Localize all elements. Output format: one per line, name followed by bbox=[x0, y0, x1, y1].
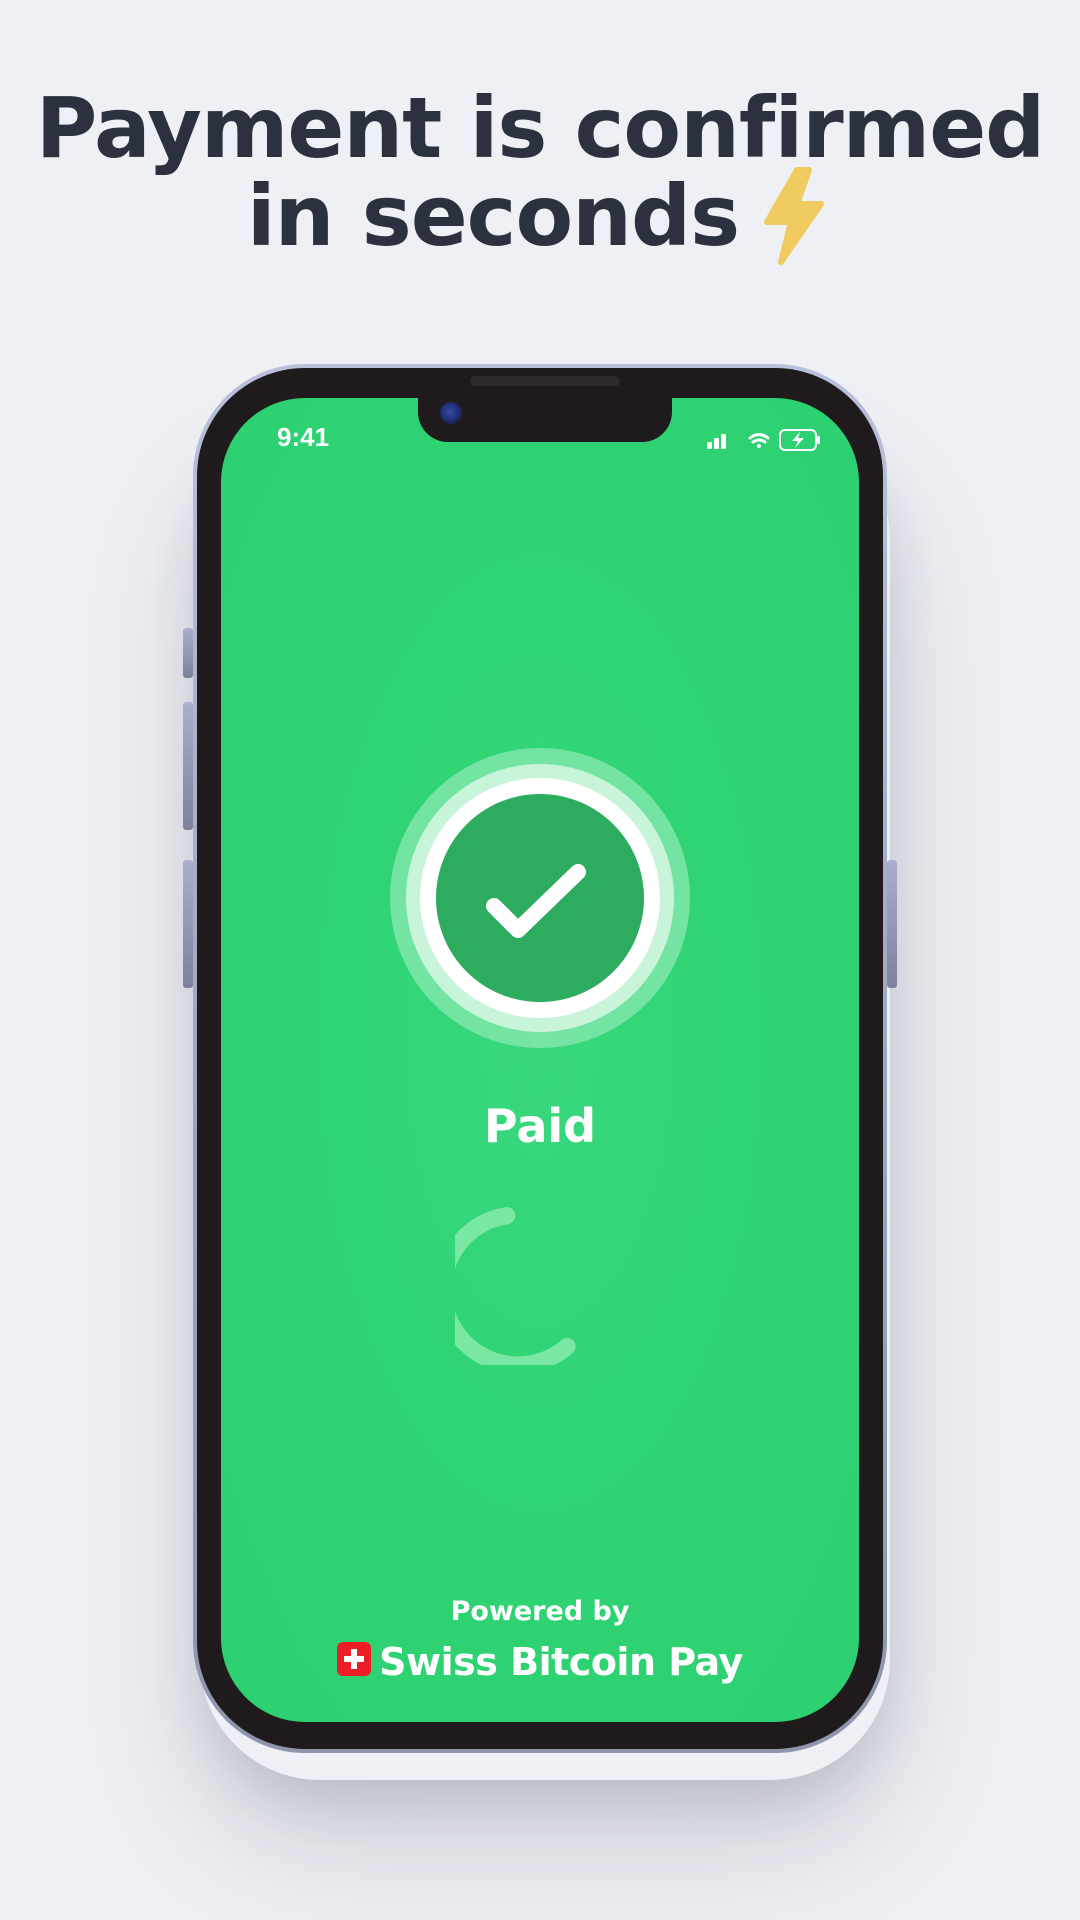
cellular-signal-icon bbox=[707, 434, 726, 449]
payment-success-badge bbox=[390, 748, 690, 1048]
lightning-bolt-icon bbox=[764, 167, 825, 266]
loading-spinner-icon bbox=[455, 1207, 576, 1365]
brand-logo: Swiss Bitcoin Pay bbox=[300, 1636, 780, 1688]
brand-name: Swiss Bitcoin Pay bbox=[379, 1640, 743, 1684]
phone-screen bbox=[221, 398, 859, 1722]
headline-line-2: in seconds bbox=[0, 167, 1080, 266]
headline-line-1: Payment is confirmed bbox=[35, 79, 1046, 177]
headline: Payment is confirmed in seconds bbox=[0, 84, 1080, 266]
powered-by-label: Powered by bbox=[450, 1596, 630, 1627]
phone-speaker bbox=[470, 376, 620, 386]
phone-volume-up-button bbox=[183, 702, 193, 830]
payment-status-label: Paid bbox=[483, 1099, 597, 1153]
status-bar-time: 9:41 bbox=[277, 422, 330, 452]
front-camera bbox=[440, 402, 462, 424]
phone-silent-switch bbox=[183, 628, 193, 678]
phone-power-button bbox=[887, 860, 897, 988]
wifi-icon bbox=[748, 433, 770, 448]
battery-charging-icon bbox=[779, 429, 820, 451]
swiss-flag-icon bbox=[337, 1642, 372, 1676]
status-bar-icons bbox=[707, 429, 820, 451]
headline-line-2-text: in seconds bbox=[246, 167, 740, 265]
phone-volume-down-button bbox=[183, 860, 193, 988]
